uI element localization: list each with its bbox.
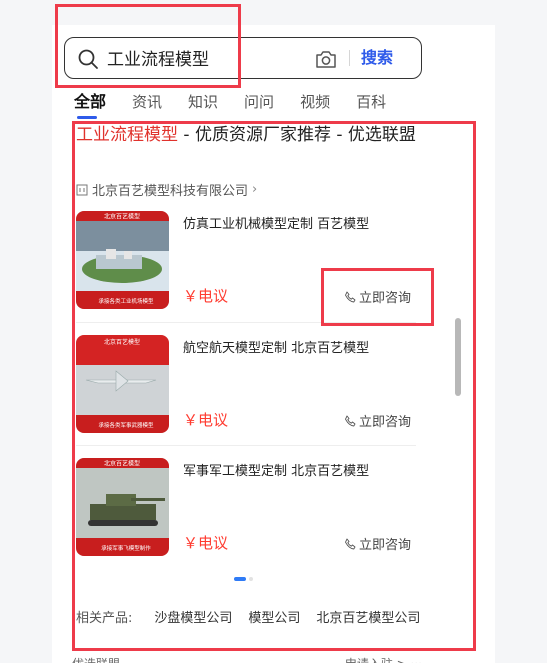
product-name[interactable]: 军事军工模型定制 北京百艺模型	[183, 463, 413, 481]
building-icon	[76, 184, 88, 195]
scrollbar-thumb[interactable]	[455, 318, 461, 396]
result-footer: 优选联盟 申请入驻 > ···	[72, 655, 422, 663]
consult-label: 立即咨询	[359, 291, 412, 306]
company-name: 北京百艺模型科技有限公司	[92, 184, 249, 199]
right-rail	[437, 25, 495, 663]
consult-button[interactable]: 立即咨询	[344, 287, 411, 306]
product-name[interactable]: 航空航天模型定制 北京百艺模型	[183, 340, 413, 358]
product-image-badge: 承接各类军事武器模型	[98, 421, 154, 429]
search-icon	[78, 49, 98, 69]
search-divider	[349, 50, 350, 66]
product-name[interactable]: 仿真工业机械模型定制 百艺模型	[183, 216, 413, 234]
chevron-right-icon: ›	[252, 182, 258, 197]
related-item[interactable]: 沙盘模型公司	[154, 607, 232, 626]
search-results-page: 搜索 全部 资讯 知识 问问 视频 百科 工业流程模型 - 优质资源厂家推荐 -…	[52, 25, 437, 663]
carousel-dot[interactable]	[249, 577, 253, 581]
carousel-indicator	[234, 577, 253, 581]
carousel-dot-active[interactable]	[234, 577, 246, 581]
search-input[interactable]	[107, 38, 307, 77]
result-title-rest: - 优质资源厂家推荐 - 优选联盟	[178, 125, 416, 145]
product-image: 北京百艺模型 承接各类工业机场模型	[76, 211, 169, 309]
tab-news[interactable]: 资讯	[132, 91, 162, 113]
phone-icon	[345, 538, 356, 549]
product-image: 北京百艺模型 承接军事飞模型制作	[76, 458, 169, 556]
tab-all[interactable]: 全部	[74, 91, 106, 113]
phone-icon	[345, 415, 356, 426]
consult-button[interactable]: 立即咨询	[344, 534, 411, 553]
footer-source[interactable]: 优选联盟	[72, 655, 120, 663]
phone-icon	[345, 291, 356, 302]
product-price: ￥电议	[183, 287, 229, 305]
related-label: 相关产品:	[76, 611, 133, 626]
search-bar: 搜索	[64, 37, 422, 79]
product-image-banner: 北京百艺模型	[104, 338, 140, 346]
tab-video[interactable]: 视频	[300, 91, 330, 113]
product-card[interactable]: 北京百艺模型 承接各类工业机场模型 仿真工业机械模型定制 百艺模型 ￥电议 立即…	[76, 211, 416, 313]
tab-knowledge[interactable]: 知识	[188, 91, 218, 113]
result-title-highlight: 工业流程模型	[76, 125, 178, 145]
tab-wiki[interactable]: 百科	[356, 91, 386, 113]
search-button[interactable]: 搜索	[361, 38, 393, 77]
related-item[interactable]: 北京百艺模型公司	[316, 607, 420, 626]
divider	[76, 322, 416, 323]
related-products: 相关产品: 沙盘模型公司 模型公司 北京百艺模型公司	[76, 607, 436, 626]
tab-qa[interactable]: 问问	[244, 91, 274, 113]
product-card[interactable]: 北京百艺模型 承接各类军事武器模型 航空航天模型定制 北京百艺模型 ￥电议 立即…	[76, 335, 416, 437]
consult-button[interactable]: 立即咨询	[344, 411, 411, 430]
product-image-banner: 北京百艺模型	[104, 213, 140, 221]
product-image-banner: 北京百艺模型	[104, 460, 140, 468]
consult-label: 立即咨询	[359, 538, 412, 553]
company-link[interactable]: 北京百艺模型科技有限公司 ›	[76, 180, 257, 199]
product-image-badge: 承接军事飞模型制作	[101, 544, 151, 552]
camera-icon[interactable]	[315, 49, 337, 69]
product-price: ￥电议	[183, 411, 229, 429]
related-item[interactable]: 模型公司	[248, 607, 300, 626]
consult-label: 立即咨询	[359, 415, 412, 430]
product-image: 北京百艺模型 承接各类军事武器模型	[76, 335, 169, 433]
divider	[76, 445, 416, 446]
result-title[interactable]: 工业流程模型 - 优质资源厂家推荐 - 优选联盟	[76, 122, 416, 149]
product-price: ￥电议	[183, 534, 229, 552]
footer-apply[interactable]: 申请入驻 > ···	[345, 655, 422, 663]
category-tabs: 全部 资讯 知识 问问 视频 百科	[74, 91, 412, 113]
product-image-badge: 承接各类工业机场模型	[98, 297, 154, 305]
active-tab-indicator	[77, 116, 97, 119]
product-card[interactable]: 北京百艺模型 承接军事飞模型制作 军事军工模型定制 北京百艺模型 ￥电议 立即咨…	[76, 458, 416, 560]
